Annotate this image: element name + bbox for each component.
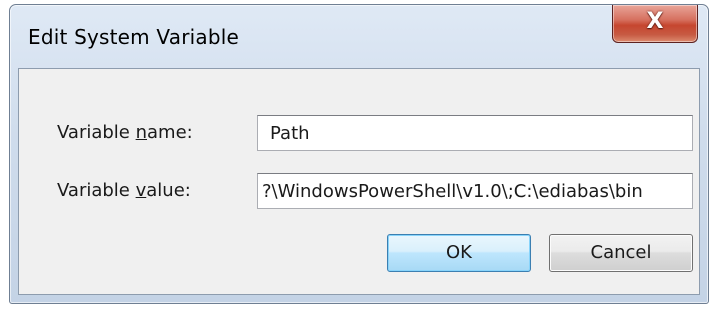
variable-name-field[interactable] [257,115,693,151]
variable-name-input[interactable] [258,116,692,150]
variable-value-field[interactable] [257,173,693,209]
dialog-title: Edit System Variable [28,25,240,49]
variable-value-input[interactable] [258,174,692,208]
variable-value-label: Variable value: [57,180,191,201]
cancel-button[interactable]: Cancel [549,234,693,272]
title-bar[interactable]: Edit System Variable X [10,5,708,67]
close-button[interactable]: X [612,5,698,43]
ok-button[interactable]: OK [387,234,531,272]
dialog-body: Variable name: Variable value: OK Cancel [18,68,700,295]
variable-name-label: Variable name: [57,122,193,143]
close-icon: X [646,9,664,34]
edit-system-variable-dialog: Edit System Variable X Variable name: Va… [9,4,709,304]
